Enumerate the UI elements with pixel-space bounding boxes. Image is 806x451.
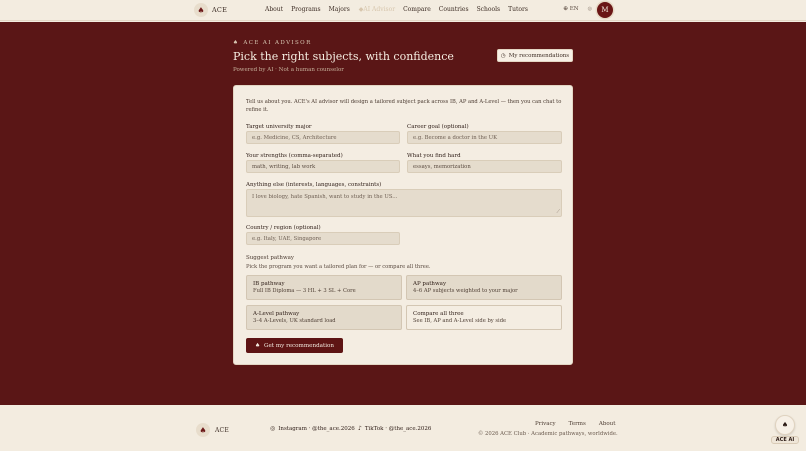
nav-link-tutors[interactable]: Tutors	[508, 6, 528, 13]
tiktok-link[interactable]: ♪ TikTok · @the_ace.2026	[358, 425, 431, 432]
copyright: © 2026 ACE Club · Academic pathways, wor…	[478, 431, 618, 437]
strengths-label: Your strengths (comma-separated)	[246, 153, 343, 159]
pathway-help: Pick the program you want a tailored pla…	[246, 264, 431, 270]
tiktok-icon: ♪	[358, 425, 362, 432]
page-title: Pick the right subjects, with confidence	[233, 50, 454, 63]
nav-link-about[interactable]: About	[265, 6, 283, 13]
pathway-option-alevel[interactable]: A-Level pathway 3–4 A-Levels, UK standar…	[246, 305, 402, 330]
ace-logo-icon: ♠	[194, 3, 208, 17]
strengths-input[interactable]: math, writing, lab work	[246, 160, 400, 173]
major-input[interactable]: e.g. Medicine, CS, Architecture	[246, 131, 400, 144]
avatar[interactable]: M	[597, 2, 613, 18]
pathway-option-ap[interactable]: AP pathway 4–6 AP subjects weighted to y…	[406, 275, 562, 300]
anything-else-text: I love biology, hate Spanish, want to st…	[252, 194, 398, 200]
advisor-form-card: Tell us about you. ACE's AI advisor will…	[233, 85, 573, 365]
footer: ♠ ACE ◎ Instagram · @the_ace.2026 ♪ TikT…	[0, 405, 806, 451]
spade-icon: ♠	[233, 40, 240, 46]
country-input[interactable]: e.g. Italy, UAE, Singapore	[246, 232, 400, 245]
eyebrow: ♠ ACE AI ADVISOR	[233, 40, 312, 46]
pathway-option-ib[interactable]: IB pathway Full IB Diploma — 3 HL + 3 SL…	[246, 275, 402, 300]
top-nav: ♠ ACE About Programs Majors ◆ AI Advisor…	[0, 0, 806, 21]
hard-input[interactable]: essays, memorization	[407, 160, 562, 173]
ai-assistant-button[interactable]: ♠	[775, 415, 795, 435]
footer-link-terms[interactable]: Terms	[569, 421, 586, 427]
anything-else-textarea[interactable]: I love biology, hate Spanish, want to st…	[246, 189, 562, 217]
nav-link-schools[interactable]: Schools	[477, 6, 501, 13]
resize-handle-icon[interactable]: ⟋	[556, 209, 560, 215]
clock-icon: ◷	[500, 52, 506, 59]
nav-right: ⊕ EN ◎	[563, 5, 592, 12]
anything-else-label: Anything else (interests, languages, con…	[246, 182, 382, 188]
get-recommendation-button[interactable]: ♠ Get my recommendation	[246, 338, 343, 353]
footer-brand[interactable]: ♠ ACE	[196, 423, 229, 437]
ace-logo-icon: ♠	[196, 423, 210, 437]
language-selector[interactable]: ⊕ EN	[563, 5, 579, 12]
pathway-title: Suggest pathway	[246, 255, 295, 261]
spade-icon: ♠	[255, 342, 261, 349]
brand[interactable]: ♠ ACE	[194, 3, 227, 17]
nav-link-ai-advisor[interactable]: ◆ AI Advisor	[359, 6, 395, 13]
spade-icon: ♠	[781, 421, 789, 429]
nav-link-programs[interactable]: Programs	[291, 6, 321, 13]
brand-name: ACE	[212, 6, 228, 14]
theme-toggle-icon[interactable]: ◎	[588, 6, 592, 12]
ai-assistant-label[interactable]: ACE AI	[771, 436, 799, 444]
pathway-option-compare[interactable]: Compare all three See IB, AP and A-Level…	[406, 305, 562, 330]
form-intro: Tell us about you. ACE's AI advisor will…	[246, 99, 562, 113]
my-recommendations-button[interactable]: ◷ My recommendations	[497, 49, 573, 62]
instagram-icon: ◎	[270, 425, 276, 432]
hard-label: What you find hard	[407, 153, 461, 159]
nav-link-countries[interactable]: Countries	[439, 6, 469, 13]
page-subtitle: Powered by AI · Not a human counselor	[233, 67, 344, 73]
career-goal-input[interactable]: e.g. Become a doctor in the UK	[407, 131, 562, 144]
globe-icon: ⊕	[563, 5, 569, 12]
nav-link-compare[interactable]: Compare	[403, 6, 431, 13]
footer-links: Privacy Terms About	[535, 421, 615, 427]
nav-links: About Programs Majors ◆ AI Advisor Compa…	[265, 6, 528, 13]
footer-link-about[interactable]: About	[599, 421, 616, 427]
nav-link-majors[interactable]: Majors	[329, 6, 350, 13]
country-label: Country / region (optional)	[246, 225, 321, 231]
instagram-link[interactable]: ◎ Instagram · @the_ace.2026	[270, 425, 355, 432]
major-label: Target university major	[246, 124, 312, 130]
goal-label: Career goal (optional)	[407, 124, 469, 130]
footer-link-privacy[interactable]: Privacy	[535, 421, 556, 427]
